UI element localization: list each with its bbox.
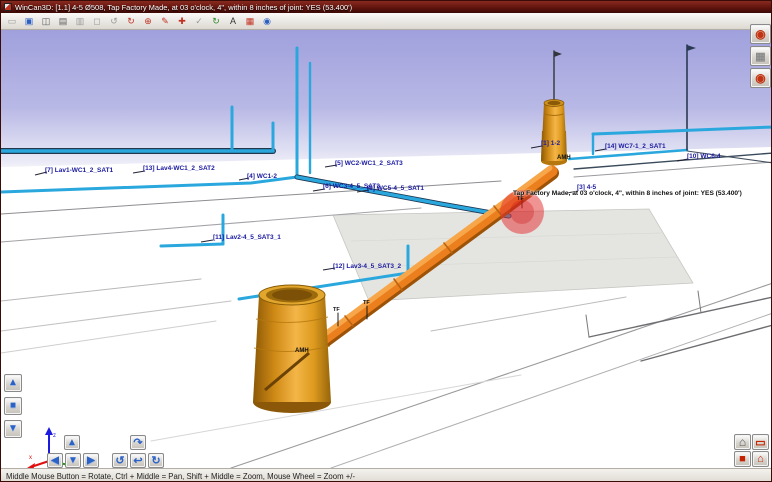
rotate-right-icon: ↻	[151, 454, 160, 467]
open-icon[interactable]: ▭	[5, 14, 19, 28]
observation-annotation: Tap Factory Made, at 03 o'clock, 4", wit…	[513, 191, 742, 198]
marker-icon[interactable]: ✚	[175, 14, 189, 28]
zoom-region-icon[interactable]: ⊕	[141, 14, 155, 28]
tap-tick-label-2: TF	[333, 308, 340, 314]
section-label-lav1[interactable]: [7] Lav1-WC1_2_SAT1	[45, 168, 113, 175]
title-bar[interactable]: WinCan3D: [1.1] 4-5 Ø508, Tap Factory Ma…	[1, 1, 772, 13]
window-icon: ▭	[755, 436, 765, 449]
rotate-center-icon: ↩	[133, 454, 142, 467]
help-icon[interactable]: ◉	[260, 14, 274, 28]
house-icon: ⌂	[757, 453, 764, 465]
pointer-icon[interactable]: ✓	[192, 14, 206, 28]
section-label-wc7[interactable]: [14] WC7-1_2_SAT1	[605, 144, 666, 151]
main-toolbar: ▭ ▣ ◫ ▤ ▥ ◻ ↺ ↻ ⊕ ✎ ✚ ✓ ↻ A ▦ ◉	[1, 13, 772, 30]
app-icon	[4, 3, 12, 11]
rotate-up-icon: ↷	[133, 436, 142, 449]
home-view-button[interactable]: ⌂	[734, 434, 751, 450]
section-label-lav3[interactable]: [12] Lav3-4_5_SAT3_2	[333, 264, 401, 271]
capture-view-button[interactable]: ◉	[750, 68, 771, 88]
pan-right-button[interactable]: ▶	[83, 453, 99, 468]
text-label-icon[interactable]: A	[226, 14, 240, 28]
rotate-left-icon: ↺	[115, 454, 124, 467]
copy-icon[interactable]: ▥	[73, 14, 87, 28]
cube-icon: ■	[10, 401, 16, 411]
section-label-wc1-2[interactable]: [4] WC1-2	[247, 174, 277, 181]
film-icon: ▦	[755, 50, 765, 63]
section-label-wc6[interactable]: [10] WC6-4	[687, 154, 721, 161]
down-arrow-icon: ▼	[8, 424, 18, 434]
pan-right-icon: ▶	[87, 456, 95, 466]
pan-left-icon: ◀	[51, 456, 59, 466]
rotate-right-button[interactable]: ↻	[148, 453, 164, 468]
section-label-1-2[interactable]: [1] 1-2	[541, 141, 560, 148]
report-icon[interactable]: ▦	[243, 14, 257, 28]
pan-up-icon: ▲	[67, 438, 77, 448]
wincan3d-window: WinCan3D: [1.1] 4-5 Ø508, Tap Factory Ma…	[0, 0, 772, 482]
elevation-up-button[interactable]: ▲	[4, 374, 22, 392]
export-icon[interactable]: ◫	[39, 14, 53, 28]
rotate-center-button[interactable]: ↩	[130, 453, 146, 468]
pan-up-button[interactable]: ▲	[64, 435, 80, 450]
manhole-label-amh-1: AMH	[557, 155, 571, 161]
section-label-lav2[interactable]: [11] Lav2-4_5_SAT3_1	[213, 235, 281, 242]
home-icon: ⌂	[739, 435, 746, 449]
status-bar: Middle Mouse Button = Rotate, Ctrl + Mid…	[1, 468, 772, 482]
rotate-view-icon[interactable]: ↻	[124, 14, 138, 28]
full-red-button[interactable]: ■	[734, 451, 751, 467]
tap-tick-label-3: TF	[363, 301, 370, 307]
record-film-button[interactable]: ▦	[750, 46, 771, 66]
elevation-reset-button[interactable]: ■	[4, 397, 22, 415]
house-view-button[interactable]: ⌂	[752, 451, 769, 467]
elevation-down-button[interactable]: ▼	[4, 420, 22, 438]
up-arrow-icon: ▲	[8, 378, 18, 388]
pan-left-button[interactable]: ◀	[47, 453, 63, 468]
print-icon[interactable]: ▤	[56, 14, 70, 28]
tap-defect-marker-core	[510, 200, 534, 224]
window-view-button[interactable]: ▭	[752, 434, 769, 450]
axis-z-label: z	[53, 433, 56, 439]
camera-icon-2: ◉	[755, 71, 765, 85]
snapshot-camera-button[interactable]: ◉	[750, 24, 771, 44]
manhole-label-amh-2: AMH	[295, 348, 309, 354]
rotate-up-button[interactable]: ↷	[130, 435, 146, 450]
mouse-hints-text: Middle Mouse Button = Rotate, Ctrl + Mid…	[6, 472, 355, 481]
viewport-3d-scene[interactable]: z x y	[1, 30, 772, 468]
pan-down-button[interactable]: ▼	[65, 453, 81, 468]
undo-icon[interactable]: ↺	[107, 14, 121, 28]
manhole-big[interactable]	[253, 285, 331, 413]
camera-icon: ◉	[755, 27, 765, 41]
axis-x-label: x	[29, 455, 32, 461]
section-label-lav4[interactable]: [13] Lav4-WC1_2_SAT2	[143, 166, 215, 173]
snapshot-icon[interactable]: ◻	[90, 14, 104, 28]
rotate-left-button[interactable]: ↺	[112, 453, 128, 468]
measure-icon[interactable]: ✎	[158, 14, 172, 28]
save-icon[interactable]: ▣	[22, 14, 36, 28]
red-square-icon: ■	[739, 453, 746, 465]
section-label-wc5[interactable]: [8] WC5-4_5_SAT1	[367, 186, 424, 193]
tap-tick-label-1: TF	[517, 197, 524, 203]
refresh-icon[interactable]: ↻	[209, 14, 223, 28]
window-title: WinCan3D: [1.1] 4-5 Ø508, Tap Factory Ma…	[15, 3, 352, 12]
pan-down-icon: ▼	[68, 456, 78, 466]
section-label-wc2[interactable]: [5] WC2-WC1_2_SAT3	[335, 161, 403, 168]
